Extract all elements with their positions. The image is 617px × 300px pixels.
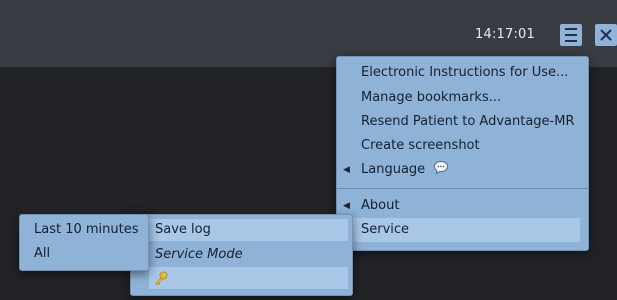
clock: 14:17:01 [475,27,535,42]
menu-item-save-log[interactable]: Save log [149,219,348,241]
menu-item-label: Service Mode [155,247,243,262]
speech-bubble-icon [434,160,449,175]
menu-item-manage-bookmarks[interactable]: Manage bookmarks... [337,86,588,110]
menu-item-create-screenshot[interactable]: Create screenshot [337,134,588,158]
key-icon [155,271,168,286]
menu-item-label: Manage bookmarks... [361,90,502,105]
menu-item-service-mode[interactable]: Service Mode [149,244,348,266]
menu-item-label: Last 10 minutes [34,222,139,237]
close-icon [600,29,612,41]
menu-item-label: About [361,198,400,213]
menu-item-label: Create screenshot [361,138,480,153]
menu-item-resend-patient[interactable]: Resend Patient to Advantage-MR [337,110,588,134]
service-submenu: Save log Service Mode [130,214,353,296]
menu-item-label: Electronic Instructions for Use... [361,65,569,80]
menu-item-label: Language [361,162,426,177]
menu-item-eifu[interactable]: Electronic Instructions for Use... [337,61,588,85]
submenu-arrow-icon: ◀ [343,165,350,175]
menu-item-label: All [34,246,51,261]
log-submenu: Last 10 minutes All [19,214,149,271]
menu-item-service-key[interactable] [149,267,348,289]
menu-item-label: Resend Patient to Advantage-MR [361,114,575,129]
menu-item-label: Save log [155,222,211,237]
menu-divider [337,188,588,189]
menu-button[interactable] [560,24,582,46]
menu-item-about[interactable]: ◀ About [337,194,588,218]
menu-item-service[interactable]: Service [351,218,580,242]
menu-item-last-10-minutes[interactable]: Last 10 minutes [20,219,148,241]
main-menu: Electronic Instructions for Use... Manag… [336,56,589,251]
menu-item-all[interactable]: All [20,243,148,265]
menu-item-label: Service [361,222,410,237]
hamburger-menu-icon [565,26,577,44]
menu-item-language[interactable]: ◀ Language [337,158,588,182]
close-button[interactable] [595,24,617,46]
